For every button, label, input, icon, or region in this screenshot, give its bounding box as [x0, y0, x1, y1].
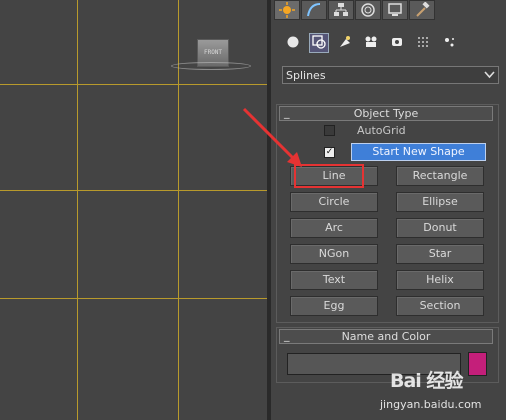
name-and-color-rollout-header[interactable]: _ Name and Color — [279, 329, 493, 344]
command-panel-tabs — [271, 0, 506, 20]
subtype-shapes[interactable] — [309, 33, 329, 53]
object-type-title: Object Type — [353, 107, 419, 120]
spacewarps-icon — [416, 35, 430, 52]
arc-button[interactable]: Arc — [290, 218, 378, 238]
display-monitor-icon — [387, 2, 403, 18]
lights-icon — [338, 35, 352, 52]
utilities-hammer-icon — [414, 2, 430, 18]
autogrid-checkbox[interactable] — [324, 125, 335, 136]
subtype-cameras[interactable] — [361, 33, 381, 53]
geometry-sphere-icon — [286, 35, 300, 52]
viewcube-ring[interactable] — [171, 62, 251, 70]
motion-icon — [360, 2, 376, 18]
cameras-icon — [364, 35, 378, 52]
subtype-lights[interactable] — [335, 33, 355, 53]
tab-hierarchy[interactable] — [328, 0, 354, 20]
ellipse-button[interactable]: Ellipse — [396, 192, 484, 212]
subtype-helpers[interactable] — [387, 33, 407, 53]
star-button[interactable]: Star — [396, 244, 484, 264]
grid-line — [0, 298, 267, 299]
systems-icon — [442, 35, 456, 52]
create-subtype-toolbar — [283, 32, 498, 54]
subtype-spacewarps[interactable] — [413, 33, 433, 53]
grid-line — [77, 0, 78, 420]
name-and-color-title: Name and Color — [341, 330, 431, 343]
viewport[interactable]: FRONT — [0, 0, 267, 420]
watermark-logo: Bai 经验 — [390, 370, 463, 392]
start-new-shape-checkbox[interactable]: ✓ — [324, 147, 335, 158]
donut-button[interactable]: Donut — [396, 218, 484, 238]
autogrid-label: AutoGrid — [357, 124, 406, 137]
ngon-button[interactable]: NGon — [290, 244, 378, 264]
chevron-down-icon — [484, 69, 495, 83]
egg-button[interactable]: Egg — [290, 296, 378, 316]
circle-button[interactable]: Circle — [290, 192, 378, 212]
annotation-arrow-icon — [242, 107, 302, 167]
tab-utilities[interactable] — [409, 0, 435, 20]
subtype-systems[interactable] — [439, 33, 459, 53]
hierarchy-icon — [333, 2, 349, 18]
start-new-shape-button[interactable]: Start New Shape — [351, 143, 486, 161]
shapes-icon — [312, 34, 326, 52]
rectangle-button[interactable]: Rectangle — [396, 166, 484, 186]
object-type-rollout-header[interactable]: _ Object Type — [279, 106, 493, 121]
helix-button[interactable]: Helix — [396, 270, 484, 290]
subtype-geometry[interactable] — [283, 33, 303, 53]
helpers-icon — [390, 35, 404, 52]
modify-curve-icon — [306, 2, 322, 18]
section-button[interactable]: Section — [396, 296, 484, 316]
category-dropdown[interactable]: Splines — [282, 66, 499, 84]
tab-motion[interactable] — [355, 0, 381, 20]
tab-create[interactable] — [274, 0, 300, 20]
grid-line — [0, 84, 267, 85]
baidu-jingyan-watermark: Bai 经验 jingyan.baidu.com — [380, 364, 502, 418]
tab-display[interactable] — [382, 0, 408, 20]
grid-line — [0, 190, 267, 191]
collapse-minus-icon: _ — [284, 329, 290, 342]
sun-light-icon — [279, 2, 295, 18]
watermark-url: jingyan.baidu.com — [380, 398, 482, 411]
category-dropdown-value: Splines — [286, 68, 326, 82]
tab-modify[interactable] — [301, 0, 327, 20]
text-button[interactable]: Text — [290, 270, 378, 290]
